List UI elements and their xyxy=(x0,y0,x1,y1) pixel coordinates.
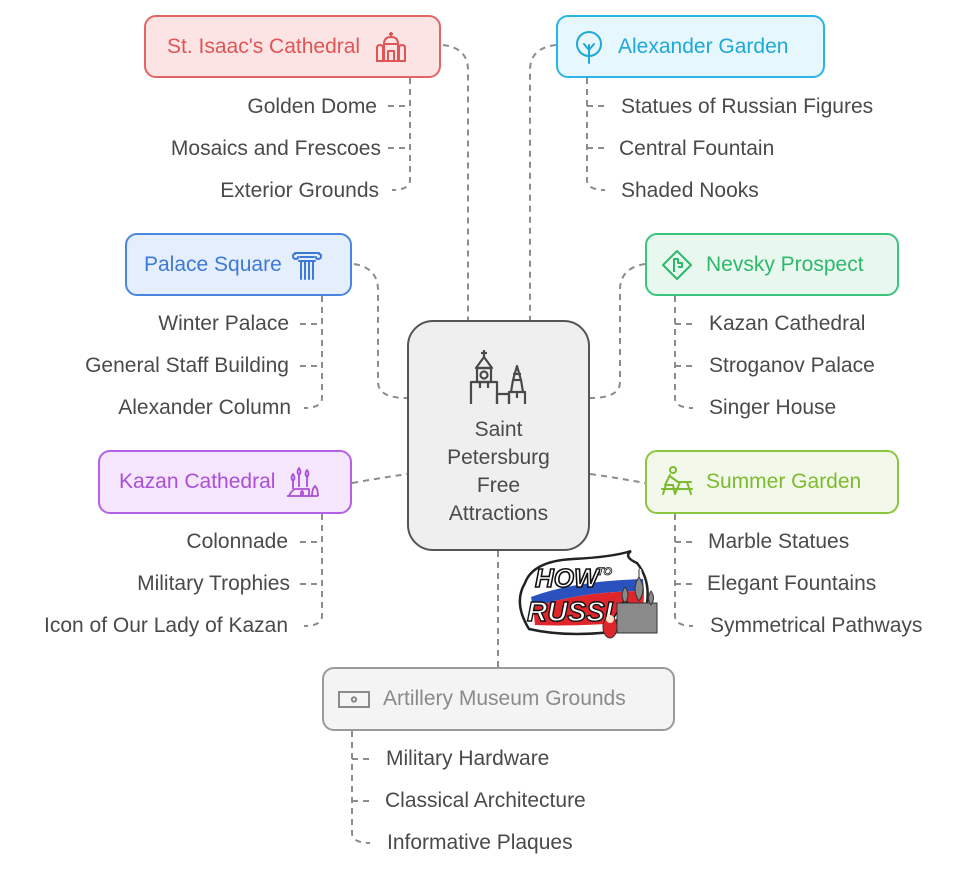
title-line: Petersburg xyxy=(447,446,550,469)
ticks-kazan xyxy=(300,541,322,585)
list-item: Singer House xyxy=(709,396,837,419)
bracket-st-isaacs xyxy=(391,78,411,191)
list-item: Statues of Russian Figures xyxy=(621,95,874,118)
logo-to-text: TO xyxy=(597,566,613,578)
node-label: Artillery Museum Grounds xyxy=(383,687,626,710)
connector-center-nevsky xyxy=(589,263,646,399)
list-item: Golden Dome xyxy=(247,95,377,118)
logo-how-text: HOW xyxy=(535,563,601,593)
list-item: General Staff Building xyxy=(85,354,289,377)
list-item: Military Hardware xyxy=(386,747,550,770)
list-item: Icon of Our Lady of Kazan xyxy=(44,614,288,637)
ionic-column-icon xyxy=(290,248,324,282)
node-alexander-garden[interactable]: Alexander Garden xyxy=(556,15,825,78)
node-nevsky-prospect[interactable]: Nevsky Prospect xyxy=(645,233,899,296)
list-item: Elegant Fountains xyxy=(707,572,877,595)
title-line: Saint xyxy=(474,418,523,441)
bracket-artillery xyxy=(351,731,371,844)
list-item: Alexander Column xyxy=(118,396,291,419)
bracket-nevsky xyxy=(674,296,694,409)
bracket-kazan xyxy=(303,514,323,627)
bracket-alexander-garden xyxy=(586,78,606,191)
how-to-russia-logo: HOW TO RUSSIA xyxy=(518,549,658,639)
list-item: Winter Palace xyxy=(158,312,289,335)
node-palace-square[interactable]: Palace Square xyxy=(125,233,352,296)
list-item: Colonnade xyxy=(186,530,288,553)
title-line: Free xyxy=(476,474,521,497)
cathedral-dome-icon xyxy=(374,30,408,64)
ticks-summer-garden xyxy=(675,541,697,585)
node-label: Palace Square xyxy=(144,252,282,276)
list-item: Exterior Grounds xyxy=(220,179,379,202)
ticks-st-isaacs xyxy=(388,105,410,149)
node-label: Nevsky Prospect xyxy=(706,252,864,276)
matryoshka-doll-illustration xyxy=(602,615,618,639)
connector-center-summer-garden xyxy=(589,473,646,484)
ticks-nevsky xyxy=(675,323,697,367)
tree-icon xyxy=(572,30,606,64)
onion-domes-icon xyxy=(285,465,320,499)
connector-center-st-isaacs xyxy=(442,44,469,320)
list-item: Kazan Cathedral xyxy=(709,312,866,335)
node-kazan-cathedral[interactable]: Kazan Cathedral xyxy=(98,450,352,514)
node-label: Summer Garden xyxy=(706,470,862,493)
kremlin-towers-icon xyxy=(469,350,526,404)
connector-center-alexander-garden xyxy=(529,44,557,320)
list-item: Mosaics and Frescoes xyxy=(170,137,381,160)
list-item: Military Trophies xyxy=(137,572,290,595)
connector-center-kazan xyxy=(351,473,408,484)
cannon-screen-icon xyxy=(337,682,371,716)
list-item: Shaded Nooks xyxy=(621,179,759,202)
node-artillery-museum-grounds[interactable]: Artillery Museum Grounds xyxy=(322,667,675,731)
bracket-summer-garden xyxy=(674,514,694,627)
node-label: St. Isaac's Cathedral xyxy=(167,34,361,58)
list-item: Symmetrical Pathways xyxy=(710,614,923,637)
node-label: Alexander Garden xyxy=(618,34,789,58)
bracket-palace-square xyxy=(303,296,323,409)
central-topic-node[interactable]: Saint Petersburg Free Attractions xyxy=(407,320,590,551)
list-item: Classical Architecture xyxy=(385,789,586,812)
node-summer-garden[interactable]: Summer Garden xyxy=(645,450,899,514)
ticks-alexander-garden xyxy=(587,105,609,149)
node-label: Kazan Cathedral xyxy=(119,470,276,493)
road-sign-turn-icon xyxy=(660,248,694,282)
list-item: Marble Statues xyxy=(708,530,850,553)
person-at-picnic-table-icon xyxy=(660,465,694,499)
list-item: Central Fountain xyxy=(619,137,775,160)
ticks-artillery xyxy=(352,758,374,802)
title-line: Attractions xyxy=(448,502,549,525)
ticks-palace-square xyxy=(300,323,322,367)
list-item: Informative Plaques xyxy=(387,831,573,854)
connector-center-palace-square xyxy=(353,263,408,399)
node-st-isaacs-cathedral[interactable]: St. Isaac's Cathedral xyxy=(144,15,441,78)
list-item: Stroganov Palace xyxy=(709,354,875,377)
central-topic-title: Saint Petersburg Free Attractions xyxy=(429,416,569,528)
